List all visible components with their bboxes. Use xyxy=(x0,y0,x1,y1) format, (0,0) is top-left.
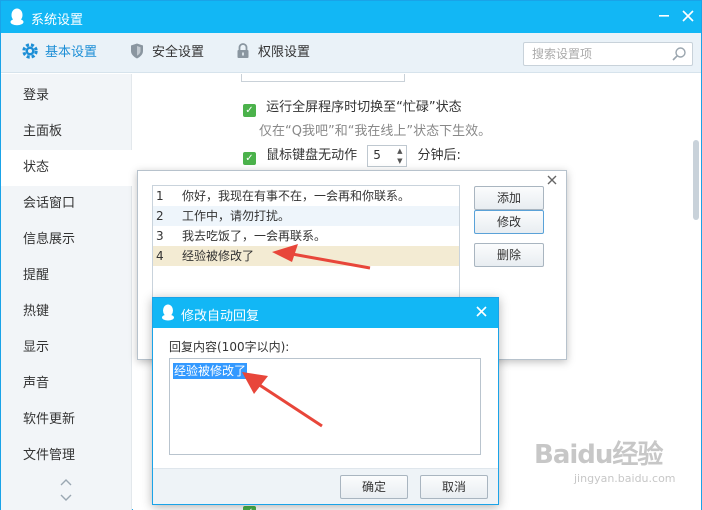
tab-basic-settings[interactable]: 基本设置 xyxy=(21,41,97,65)
shield-icon xyxy=(131,43,143,59)
search-icon[interactable] xyxy=(671,46,687,62)
idle-away-suffix-label: 分钟后: xyxy=(417,148,461,163)
fullscreen-busy-label: 运行全屏程序时切换至“忙碌”状态 xyxy=(266,100,462,115)
sidebar-item-reminder[interactable]: 提醒 xyxy=(1,258,132,294)
sidebar-item-sound[interactable]: 声音 xyxy=(1,366,132,402)
scroll-down-arrow-icon[interactable] xyxy=(59,494,73,504)
dialog-close-button[interactable] xyxy=(472,303,490,321)
list-item[interactable]: 3 我去吃饭了，一会再联系。 xyxy=(153,226,459,246)
partial-option-checkbox[interactable]: ✓ xyxy=(243,506,256,510)
edit-button[interactable]: 修改 xyxy=(474,210,544,234)
idle-minutes-value: 5 xyxy=(373,147,381,162)
list-item[interactable]: 2 工作中，请勿打扰。 xyxy=(153,206,459,226)
dialog-title-bar: 修改自动回复 xyxy=(153,298,498,328)
sidebar-item-display[interactable]: 显示 xyxy=(1,330,132,366)
sidebar-item-hotkey[interactable]: 热键 xyxy=(1,294,132,330)
sidebar-item-status[interactable]: 状态 xyxy=(1,150,132,186)
sidebar-item-software-update[interactable]: 软件更新 xyxy=(1,402,132,438)
sidebar-item-chat-window[interactable]: 会话窗口 xyxy=(1,186,132,222)
scroll-up-arrow-icon[interactable] xyxy=(59,478,73,488)
minimize-button[interactable] xyxy=(653,6,675,28)
tab-basic-label: 基本设置 xyxy=(45,45,98,60)
status-select-partial[interactable] xyxy=(241,74,405,82)
sidebar-item-main-panel[interactable]: 主面板 xyxy=(1,114,132,150)
cancel-button[interactable]: 取消 xyxy=(420,475,488,499)
tab-bar: 基本设置 安全设置 权限设置 xyxy=(1,33,701,73)
minimize-icon xyxy=(659,15,669,17)
idle-away-prefix-label: 鼠标键盘无动作 xyxy=(266,148,358,163)
idle-away-checkbox[interactable]: ✓ xyxy=(243,152,256,165)
watermark-logo-text: Baidu经验 xyxy=(534,440,663,470)
tab-permission-label: 权限设置 xyxy=(258,45,311,60)
close-button[interactable] xyxy=(677,6,699,28)
sidebar-item-file-management[interactable]: 文件管理 xyxy=(1,438,132,474)
tab-permission-settings[interactable]: 权限设置 xyxy=(234,41,310,65)
idle-minutes-stepper[interactable]: 5 ▲ ▼ xyxy=(367,144,408,167)
search-input[interactable] xyxy=(524,43,664,65)
search-box[interactable] xyxy=(523,42,693,66)
list-item[interactable]: 1 你好，我现在有事不在，一会再和你联系。 xyxy=(153,186,459,206)
list-item-selected[interactable]: 4 经验被修改了 xyxy=(153,246,459,266)
stepper-up-icon[interactable]: ▲ xyxy=(395,147,404,156)
watermark-url: jingyan.baidu.com xyxy=(574,472,676,485)
sidebar-item-info-display[interactable]: 信息展示 xyxy=(1,222,132,258)
fullscreen-busy-checkbox[interactable]: ✓ xyxy=(243,104,256,117)
close-icon xyxy=(475,306,487,317)
qq-logo-icon xyxy=(10,8,24,26)
edit-auto-reply-dialog: 修改自动回复 回复内容(100字以内): 经验被修改了 确定 取消 xyxy=(152,297,499,505)
tab-security-label: 安全设置 xyxy=(152,45,205,60)
auto-reply-list: 1 你好，我现在有事不在，一会再和你联系。 2 工作中，请勿打扰。 3 我去吃饭了，一… xyxy=(152,185,460,310)
baidu-jingyan-watermark: Baidu经验 jingyan.baidu.com xyxy=(534,434,696,494)
tab-security-settings[interactable]: 安全设置 xyxy=(128,41,204,65)
ok-button[interactable]: 确定 xyxy=(340,475,408,499)
sidebar-item-login[interactable]: 登录 xyxy=(1,78,132,114)
close-icon xyxy=(682,10,694,22)
dialog-title: 修改自动回复 xyxy=(181,309,260,324)
window-title: 系统设置 xyxy=(31,13,84,28)
gear-icon xyxy=(22,43,38,59)
dialog-footer: 确定 取消 xyxy=(153,468,498,504)
lock-icon xyxy=(237,43,249,58)
add-button[interactable]: 添加 xyxy=(474,186,544,210)
content-scrollbar[interactable] xyxy=(693,140,699,220)
close-icon[interactable] xyxy=(544,173,560,189)
fullscreen-busy-note: 仅在“Q我吧”和“我在线上”状态下生效。 xyxy=(259,124,492,139)
reply-content-text: 经验被修改了 xyxy=(173,363,248,379)
idle-away-option[interactable]: ✓ 鼠标键盘无动作 5 ▲ ▼ 分钟后: xyxy=(243,144,461,167)
fullscreen-busy-option[interactable]: ✓ 运行全屏程序时切换至“忙碌”状态 xyxy=(243,96,462,117)
reply-content-textarea[interactable]: 经验被修改了 xyxy=(169,358,481,455)
delete-button[interactable]: 删除 xyxy=(474,243,544,267)
sidebar: 登录 主面板 状态 会话窗口 信息展示 提醒 热键 显示 声音 软件更新 文件管… xyxy=(1,74,132,510)
title-bar: 系统设置 xyxy=(1,1,701,33)
reply-content-label: 回复内容(100字以内): xyxy=(169,340,290,354)
stepper-down-icon[interactable]: ▼ xyxy=(395,157,404,166)
qq-logo-icon xyxy=(162,304,174,321)
